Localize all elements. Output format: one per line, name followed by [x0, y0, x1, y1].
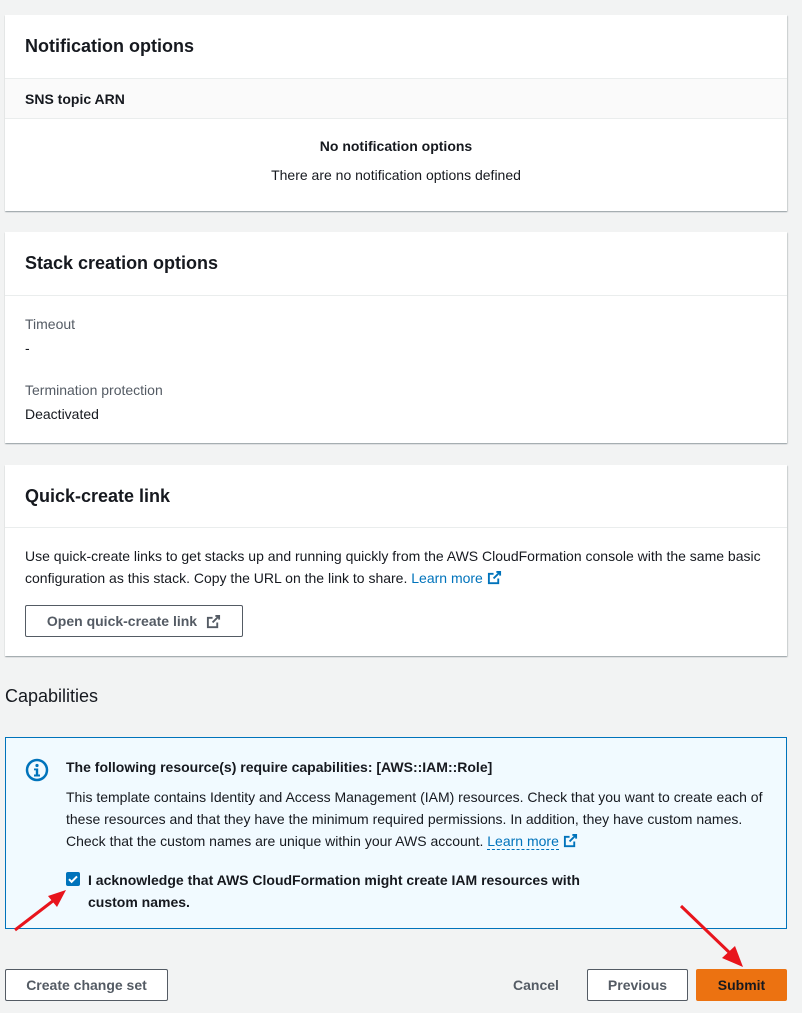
submit-button[interactable]: Submit — [696, 969, 787, 1001]
empty-state-description: There are no notification options define… — [271, 167, 521, 183]
notification-options-panel: Notification options SNS topic ARN No no… — [5, 15, 787, 211]
quick-create-description: Use quick-create links to get stacks up … — [25, 548, 761, 586]
panel-title: Stack creation options — [5, 232, 787, 296]
external-link-icon — [563, 833, 577, 848]
open-quick-create-link-label: Open quick-create link — [46, 613, 198, 629]
checkmark-icon — [68, 875, 78, 884]
acknowledge-iam-checkbox-row[interactable]: I acknowledge that AWS CloudFormation mi… — [66, 869, 606, 913]
quick-create-link-panel: Quick-create link Use quick-create links… — [5, 465, 787, 656]
capabilities-info-alert: The following resource(s) require capabi… — [5, 737, 787, 929]
capabilities-heading: Capabilities — [5, 686, 99, 706]
timeout-label: Timeout — [25, 316, 76, 332]
quick-create-description-block: Use quick-create links to get stacks up … — [5, 528, 787, 589]
table-header-sns-topic-arn: SNS topic ARN — [5, 79, 787, 119]
termination-protection-value: Deactivated — [25, 406, 99, 422]
panel-title: Notification options — [5, 15, 787, 79]
cancel-button[interactable]: Cancel — [503, 969, 569, 1001]
timeout-value: - — [25, 340, 30, 356]
empty-state-title: No notification options — [319, 138, 473, 154]
learn-more-label: Learn more — [411, 570, 483, 586]
panel-title: Quick-create link — [5, 465, 787, 528]
alert-title: The following resource(s) require capabi… — [66, 759, 493, 775]
learn-more-link[interactable]: Learn more — [411, 570, 502, 586]
external-link-icon — [207, 614, 221, 628]
create-change-set-button[interactable]: Create change set — [5, 969, 168, 1001]
open-quick-create-link-button[interactable]: Open quick-create link — [25, 605, 243, 637]
external-link-icon — [487, 570, 501, 585]
previous-button[interactable]: Previous — [587, 969, 688, 1001]
stack-creation-options-panel: Stack creation options Timeout - Termina… — [5, 232, 787, 443]
learn-more-label: Learn more — [487, 833, 559, 849]
alert-description-block: This template contains Identity and Acce… — [66, 786, 766, 852]
alert-description: This template contains Identity and Acce… — [66, 789, 763, 849]
acknowledge-label: I acknowledge that AWS CloudFormation mi… — [88, 872, 580, 910]
termination-protection-label: Termination protection — [25, 382, 163, 398]
capabilities-learn-more-link[interactable]: Learn more — [487, 833, 559, 850]
info-icon — [25, 758, 49, 782]
acknowledge-checkbox[interactable] — [66, 872, 80, 886]
